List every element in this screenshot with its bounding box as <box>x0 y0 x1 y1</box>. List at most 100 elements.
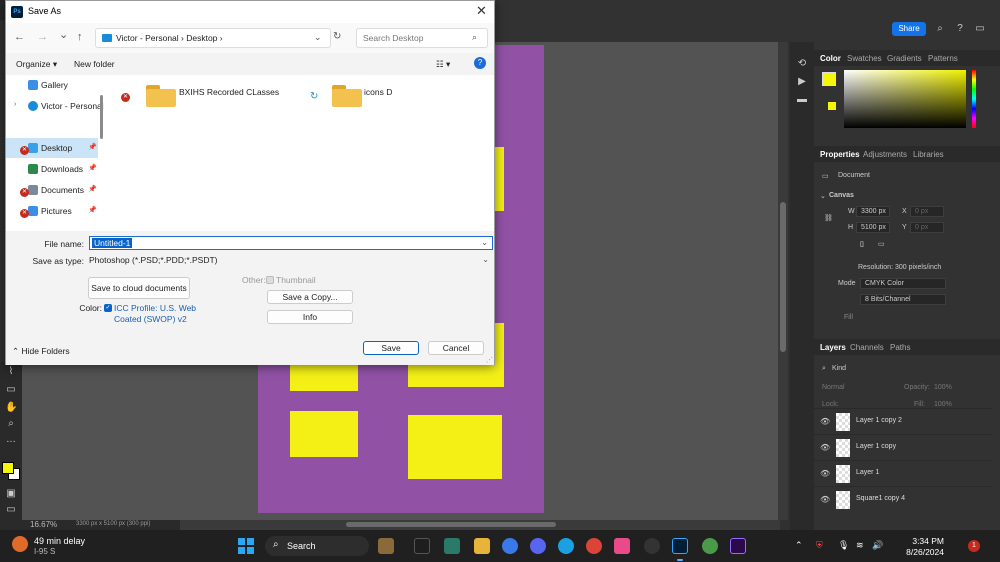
chevron-down-icon[interactable]: ⌄ <box>482 255 489 264</box>
widget-image-icon[interactable] <box>378 538 394 554</box>
navigation-scrollbar[interactable] <box>100 95 103 139</box>
help-icon[interactable]: ? <box>954 23 966 35</box>
obs-app-icon[interactable] <box>644 538 660 554</box>
security-icon[interactable]: ⛨ <box>816 540 823 551</box>
layer-row[interactable]: 👁 Layer 1 copy 2 <box>814 408 992 434</box>
y-field[interactable]: 0 px <box>910 222 944 233</box>
recent-locations-chevron-icon[interactable]: ⌄ <box>59 28 68 41</box>
store-app-icon[interactable] <box>444 538 460 554</box>
icc-profile-checkbox[interactable]: ✓ <box>104 304 112 312</box>
folder-name[interactable]: icons D <box>364 87 392 97</box>
color-panel-background[interactable] <box>828 102 836 110</box>
screen-mode-icon[interactable]: ▭ <box>5 504 17 516</box>
premiere-taskbar-icon[interactable] <box>730 538 746 554</box>
chevron-down-icon[interactable]: ⌄ <box>481 238 488 247</box>
traffic-alert-icon[interactable] <box>12 536 28 552</box>
address-dropdown-chevron-icon[interactable]: ⌄ <box>314 32 322 43</box>
orientation-landscape-icon[interactable]: ▭ <box>878 240 885 248</box>
yellow-square[interactable] <box>290 411 358 457</box>
address-bar[interactable]: Victor - Personal › Desktop › ⌄ <box>95 28 331 48</box>
share-button[interactable]: Share <box>892 22 926 36</box>
thumbnail-checkbox[interactable] <box>266 276 274 284</box>
canvas-expand-icon[interactable]: ⌄ <box>820 192 826 200</box>
hue-slider[interactable] <box>972 70 976 128</box>
chrome-profile-icon[interactable] <box>702 538 718 554</box>
clock-date[interactable]: 8/26/2024 <box>890 547 944 557</box>
rectangle-tool-icon[interactable]: ▭ <box>5 384 17 396</box>
nav-item-onedrive[interactable]: › Victor - Personal <box>6 96 104 116</box>
back-arrow-icon[interactable]: ← <box>14 31 25 43</box>
save-a-copy-button[interactable]: Save a Copy... <box>267 290 353 304</box>
save-button[interactable]: Save <box>363 341 419 355</box>
start-button[interactable] <box>238 538 254 554</box>
edge-browser-icon[interactable] <box>558 538 574 554</box>
close-icon[interactable]: ✕ <box>476 3 487 19</box>
visibility-eye-icon[interactable]: 👁 <box>820 469 830 478</box>
nav-item-downloads[interactable]: Downloads 📌 <box>6 159 98 179</box>
nav-item-gallery[interactable]: Gallery <box>6 75 98 95</box>
visibility-eye-icon[interactable]: 👁 <box>820 495 830 504</box>
folder-icon[interactable] <box>146 83 176 107</box>
file-name-input[interactable]: Untitled-1 ⌄ <box>89 236 493 250</box>
chrome-browser-icon[interactable] <box>586 538 602 554</box>
file-name-value[interactable]: Untitled-1 <box>92 238 133 248</box>
vpn-app-icon[interactable] <box>502 538 518 554</box>
terminal-app-icon[interactable] <box>414 538 430 554</box>
yellow-square[interactable] <box>408 415 502 479</box>
fill-layer-value[interactable]: 100% <box>934 401 952 408</box>
help-icon[interactable]: ? <box>474 57 486 69</box>
color-panel-foreground[interactable] <box>822 72 836 86</box>
photos-app-icon[interactable] <box>614 538 630 554</box>
quick-mask-icon[interactable]: ▣ <box>5 488 17 500</box>
volume-icon[interactable]: 🔊 <box>872 540 883 551</box>
workspace-icon[interactable]: ▭ <box>974 23 986 35</box>
bit-depth-select[interactable]: 8 Bits/Channel <box>860 294 946 305</box>
pin-icon[interactable]: 📌 <box>88 164 97 172</box>
history-icon[interactable]: ⟲ <box>796 58 808 70</box>
view-options-icon[interactable]: ☷ ▾ <box>436 59 450 70</box>
info-button[interactable]: Info <box>267 310 353 324</box>
resize-grip-icon[interactable]: ⋰ <box>486 356 493 364</box>
pin-icon[interactable]: 📌 <box>88 206 97 214</box>
lasso-tool-icon[interactable]: ⌇ <box>5 366 17 378</box>
layer-row[interactable]: 👁 Layer 1 copy <box>814 434 992 460</box>
tab-swatches[interactable]: Swatches <box>847 54 882 63</box>
foreground-color-swatch[interactable] <box>2 462 14 474</box>
canvas-vertical-scrollbar[interactable] <box>778 42 788 520</box>
address-path[interactable]: Victor - Personal › Desktop › <box>116 33 223 43</box>
zoom-level[interactable]: 16.67% <box>30 520 57 529</box>
chevron-up-icon[interactable]: ⌃ <box>795 540 803 551</box>
tab-layers[interactable]: Layers <box>820 343 846 352</box>
filter-kind-select[interactable]: Kind <box>832 365 846 372</box>
refresh-icon[interactable]: ↻ <box>333 31 341 42</box>
tab-properties[interactable]: Properties <box>820 150 860 159</box>
height-field[interactable]: 5100 px <box>856 222 890 233</box>
search-icon[interactable]: ⌕ <box>472 32 477 43</box>
folder-name[interactable]: BXIHS Recorded CLasses <box>179 87 279 97</box>
hide-folders-button[interactable]: ⌃ Hide Folders <box>12 346 70 357</box>
tab-paths[interactable]: Paths <box>890 343 910 352</box>
tab-channels[interactable]: Channels <box>850 343 884 352</box>
x-field[interactable]: 0 px <box>910 206 944 217</box>
microphone-icon[interactable]: 🎙 <box>838 540 849 551</box>
layer-row[interactable]: 👁 Square1 copy 4 <box>814 486 992 512</box>
visibility-eye-icon[interactable]: 👁 <box>820 417 830 426</box>
organize-button[interactable]: Organize ▾ <box>16 59 57 70</box>
width-field[interactable]: 3300 px <box>856 206 890 217</box>
mode-select[interactable]: CMYK Color <box>860 278 946 289</box>
tab-adjustments[interactable]: Adjustments <box>863 150 907 159</box>
tab-patterns[interactable]: Patterns <box>928 54 958 63</box>
more-tools-icon[interactable]: … <box>5 434 17 446</box>
wifi-icon[interactable]: ≋ <box>856 540 864 551</box>
pin-icon[interactable]: 📌 <box>88 185 97 193</box>
visibility-eye-icon[interactable]: 👁 <box>820 443 830 452</box>
save-type-select[interactable]: Photoshop (*.PSD;*.PDD;*.PSDT) ⌄ <box>89 253 493 267</box>
comments-icon[interactable]: ▬ <box>796 94 808 106</box>
layer-row[interactable]: 👁 Layer 1 <box>814 460 992 486</box>
nav-item-desktop[interactable]: ✕ Desktop 📌 <box>6 138 98 158</box>
traffic-alert-subtitle[interactable]: I-95 S <box>34 547 55 556</box>
filter-kind-icon[interactable]: ⌕ <box>822 365 826 373</box>
taskbar-search[interactable]: ⌕ Search <box>265 536 369 556</box>
photoshop-taskbar-icon[interactable] <box>672 538 688 554</box>
folder-icon[interactable] <box>332 83 362 107</box>
